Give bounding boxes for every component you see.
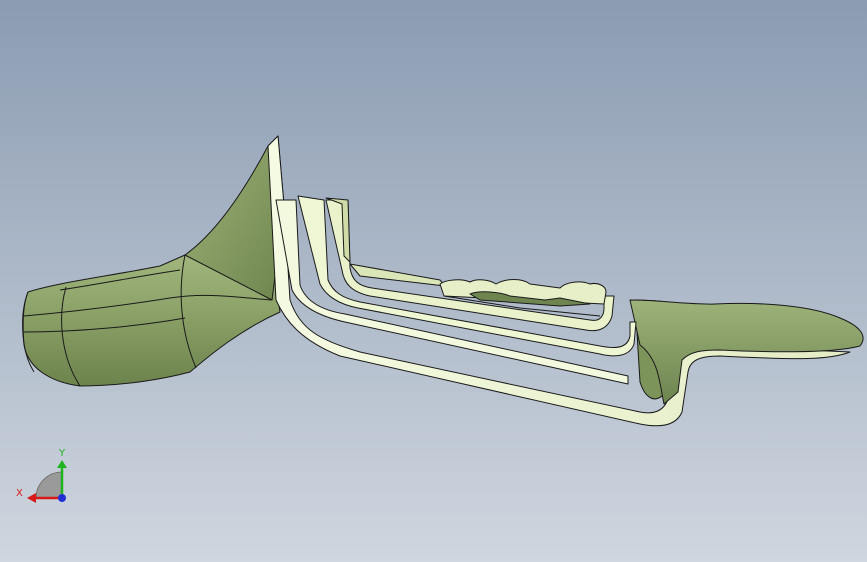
- model-view-canvas[interactable]: Y X: [0, 0, 867, 562]
- z-axis-dot: [58, 494, 66, 502]
- y-axis-label: Y: [58, 448, 66, 459]
- 3d-viewport[interactable]: Y X: [0, 0, 867, 562]
- x-axis-label: X: [16, 488, 23, 499]
